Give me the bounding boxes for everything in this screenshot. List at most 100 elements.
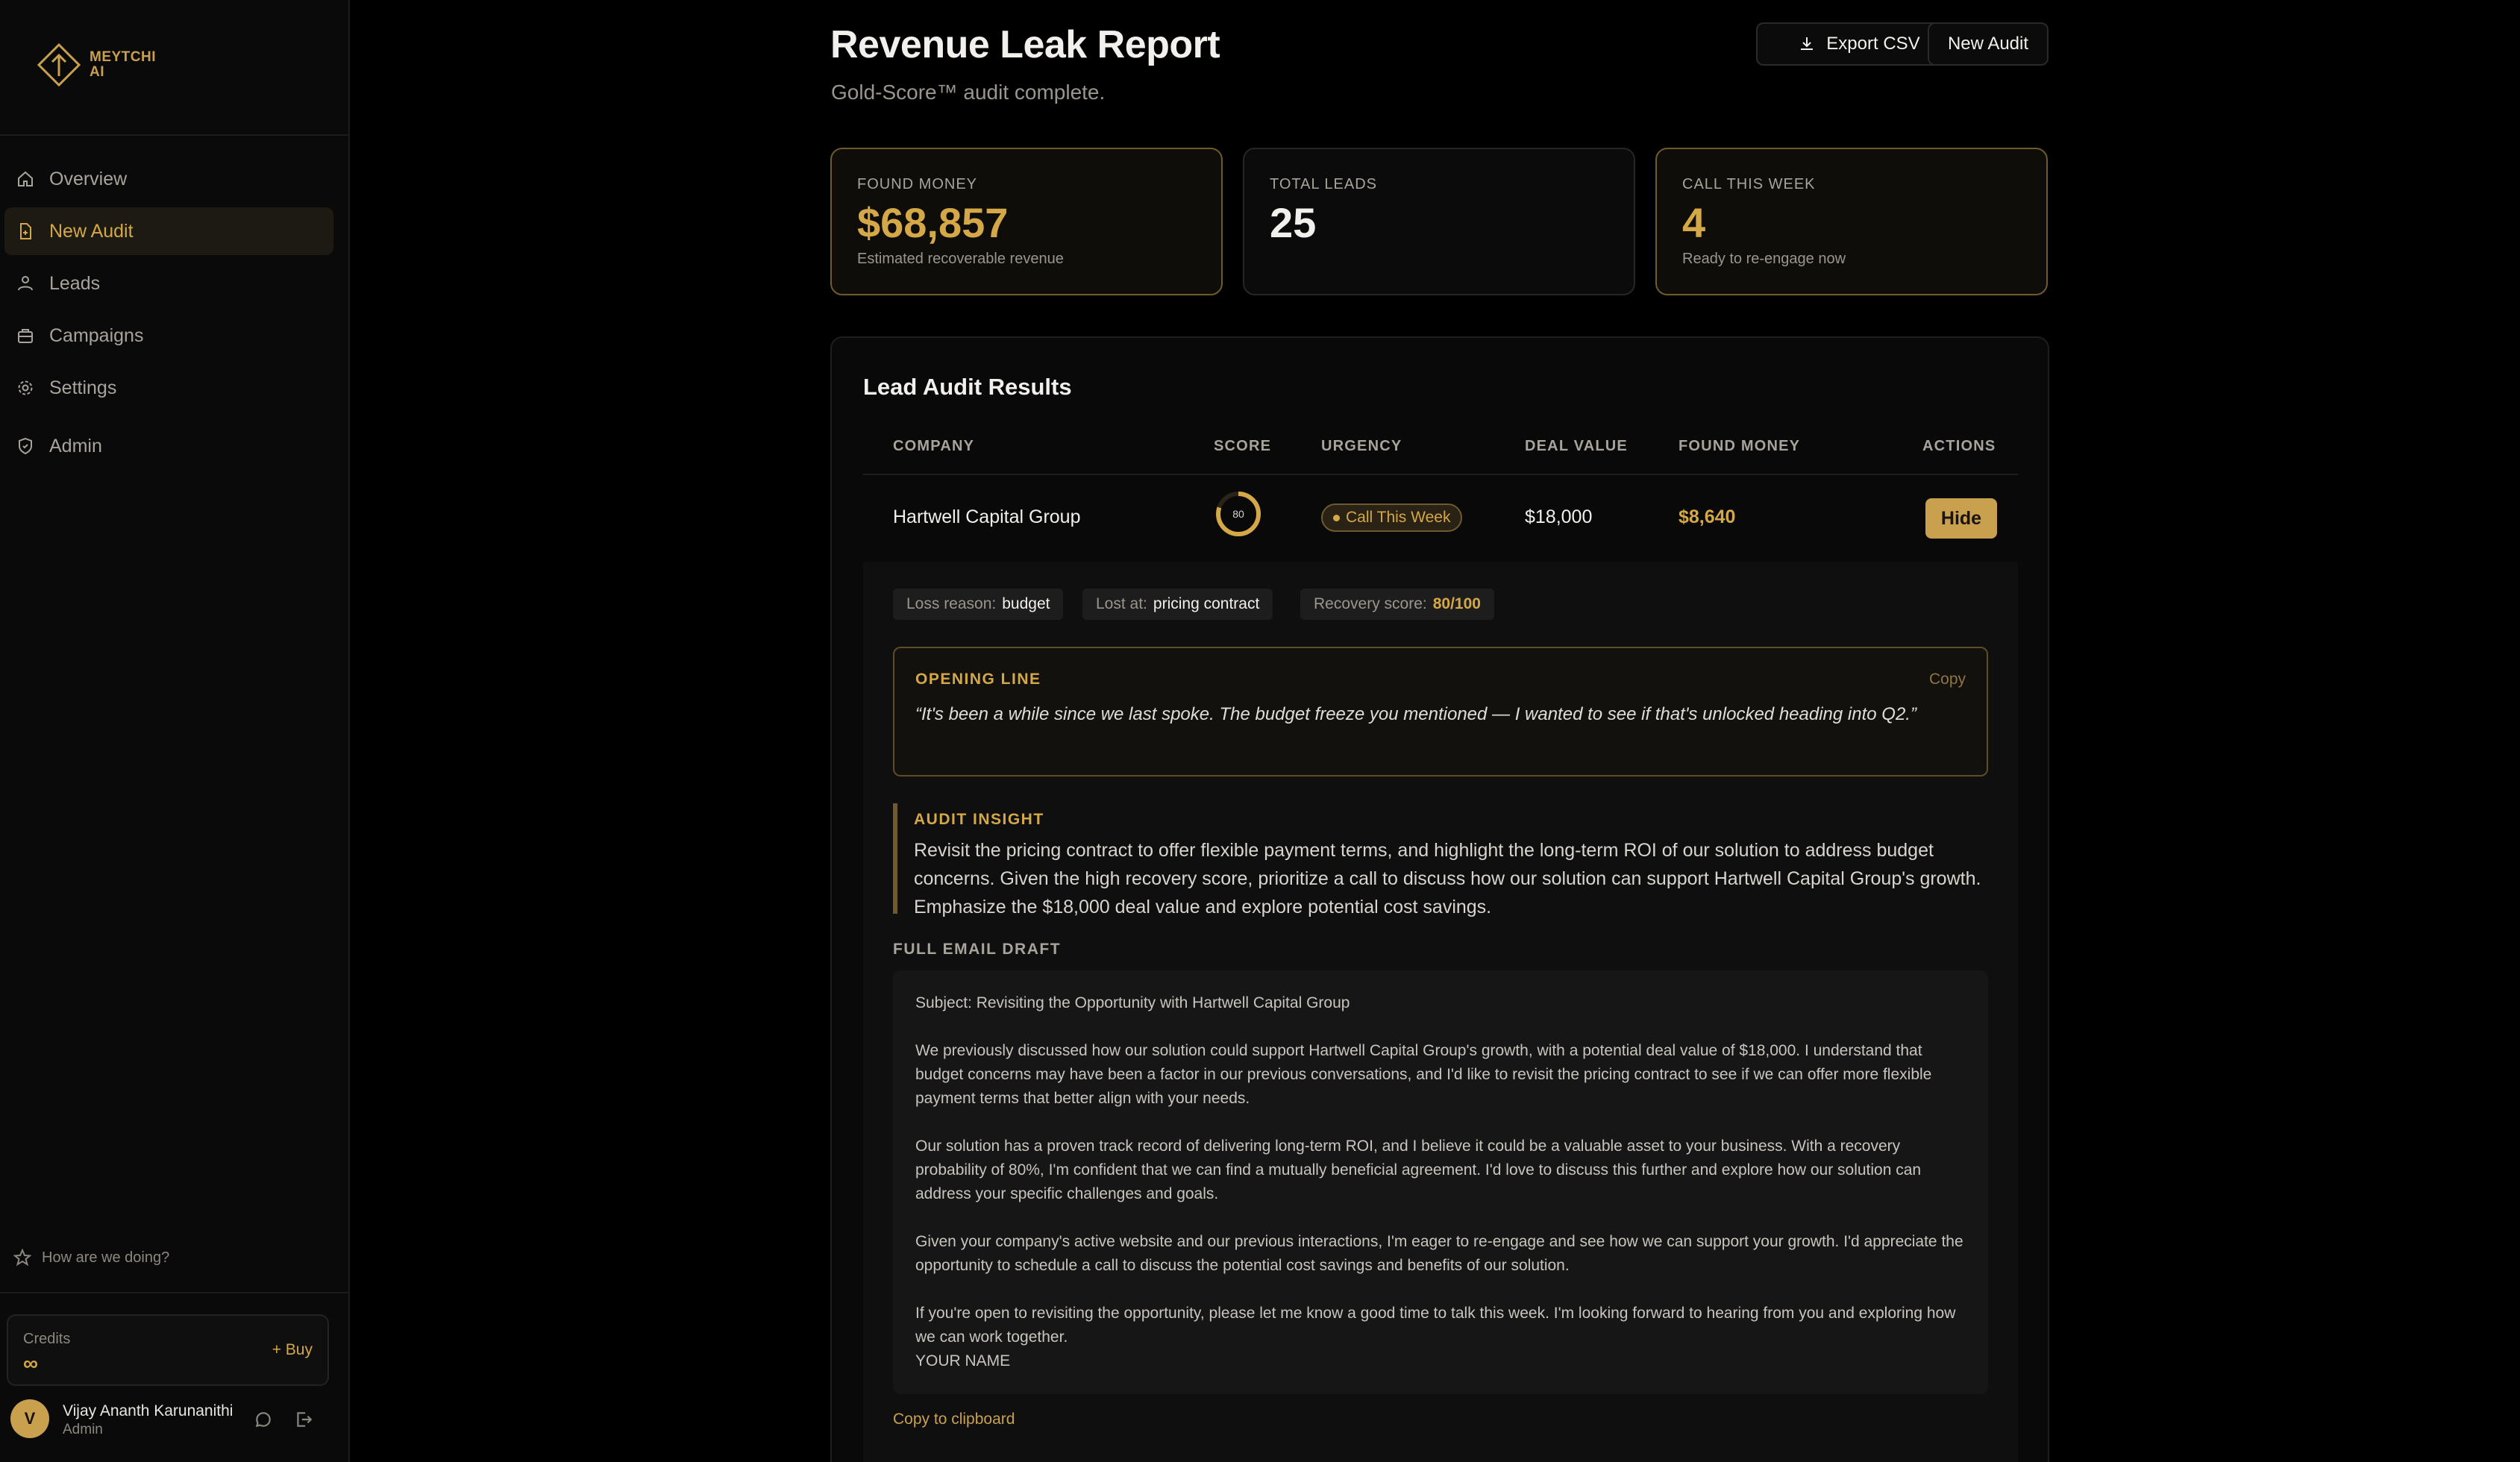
feedback-link[interactable]: How are we doing?: [13, 1249, 169, 1267]
found-money-value: $8,640: [1679, 506, 1736, 527]
chip-label: Lost at:: [1096, 595, 1147, 612]
sidebar-item-label: New Audit: [49, 220, 134, 242]
email-subject: Subject: Revisiting the Opportunity with…: [915, 994, 1350, 1011]
sidebar-item-admin[interactable]: Admin: [4, 422, 333, 470]
opening-line-text: “It's been a while since we last spoke. …: [915, 704, 1916, 724]
lead-audit-panel: Lead Audit Results COMPANY SCORE URGENCY…: [830, 336, 2049, 1462]
sidebar-item-label: Leads: [49, 272, 101, 294]
sidebar-item-label: Settings: [49, 377, 117, 398]
column-header-score[interactable]: SCORE: [1214, 438, 1271, 455]
stat-subtext: Estimated recoverable revenue: [857, 251, 1064, 267]
score-value: 80: [1232, 508, 1244, 520]
brand-name-line2: AI: [90, 64, 104, 80]
stat-card-total-leads: TOTAL LEADS 25: [1243, 148, 1635, 295]
credits-box: Credits ∞ + Buy: [7, 1314, 329, 1386]
stat-card-found-money: FOUND MONEY $68,857 Estimated recoverabl…: [830, 148, 1223, 295]
avatar[interactable]: V: [10, 1399, 49, 1438]
brand-name-line1: MEYTCHI: [90, 49, 156, 65]
chip-value: 80/100: [1432, 595, 1481, 612]
sidebar-item-overview[interactable]: Overview: [4, 155, 333, 203]
user-name: Vijay Ananth Karunanithi: [63, 1402, 233, 1419]
shield-icon: [19, 437, 32, 455]
page-title: Revenue Leak Report: [830, 23, 1220, 66]
lead-detail: Loss reason: budget Lost at: pricing con…: [863, 562, 2018, 1462]
star-icon: [13, 1249, 31, 1267]
users-icon: [18, 276, 33, 291]
score-ring: 80: [1216, 492, 1261, 536]
sidebar-item-label: Admin: [49, 435, 102, 457]
chip-value: budget: [1002, 595, 1050, 612]
stat-value: $68,857: [857, 199, 1009, 246]
gear-icon: [18, 380, 33, 395]
hide-button[interactable]: Hide: [1925, 498, 1997, 539]
sidebar-divider: [0, 1292, 350, 1293]
table-divider: [863, 474, 2018, 475]
email-signature: YOUR NAME: [915, 1352, 1011, 1370]
sidebar-item-new-audit[interactable]: New Audit: [4, 207, 333, 255]
recovery-score-chip: Recovery score: 80/100: [1300, 589, 1494, 620]
credits-value: ∞: [23, 1352, 38, 1375]
stat-value: 4: [1682, 199, 1706, 246]
feedback-label: How are we doing?: [42, 1249, 170, 1266]
stat-subtext: Ready to re-engage now: [1682, 251, 1846, 267]
home-icon: [18, 171, 33, 186]
email-draft-text: Subject: Revisiting the Opportunity with…: [915, 991, 1967, 1373]
user-role: Admin: [63, 1422, 103, 1437]
logout-icon[interactable]: [294, 1410, 313, 1429]
deal-value: $18,000: [1525, 506, 1593, 527]
email-paragraph: If you're open to revisiting the opportu…: [915, 1305, 1956, 1346]
chat-icon[interactable]: [254, 1410, 273, 1429]
logo-mark-icon: [37, 43, 81, 87]
email-draft-label: FULL EMAIL DRAFT: [893, 941, 1062, 958]
sidebar-item-label: Campaigns: [49, 324, 144, 346]
audit-insight-label: AUDIT INSIGHT: [914, 811, 1044, 828]
sidebar: MEYTCHI AI Overview New Audit Leads Camp…: [0, 0, 350, 1462]
brand-logo[interactable]: MEYTCHI AI: [36, 42, 156, 88]
sidebar-item-leads[interactable]: Leads: [4, 260, 333, 307]
document-icon: [20, 223, 31, 239]
copy-to-clipboard-button[interactable]: Copy to clipboard: [893, 1411, 1015, 1428]
sidebar-item-settings[interactable]: Settings: [4, 364, 333, 412]
email-paragraph: Given your company's active website and …: [915, 1233, 1963, 1274]
sidebar-divider: [0, 134, 350, 136]
chip-label: Recovery score:: [1314, 595, 1427, 612]
sidebar-item-campaigns[interactable]: Campaigns: [4, 312, 333, 360]
stat-label: FOUND MONEY: [857, 176, 977, 192]
chip-value: pricing contract: [1153, 595, 1260, 612]
opening-line-label: OPENING LINE: [915, 671, 1041, 688]
email-paragraph: We previously discussed how our solution…: [915, 1042, 1932, 1107]
column-header-deal-value[interactable]: DEAL VALUE: [1525, 438, 1628, 455]
buy-credits-button[interactable]: + Buy: [272, 1341, 313, 1359]
download-icon: [1801, 37, 1814, 50]
stat-value: 25: [1270, 199, 1317, 246]
audit-insight-text: Revisit the pricing contract to offer fl…: [914, 840, 1981, 917]
column-header-actions: ACTIONS: [1922, 438, 1996, 454]
urgency-label: Call This Week: [1346, 509, 1451, 526]
column-header-found-money[interactable]: FOUND MONEY: [1679, 438, 1800, 455]
page-subtitle: Gold-Score™ audit complete.: [831, 81, 1106, 104]
user-profile: V Vijay Ananth Karunanithi Admin: [10, 1399, 339, 1444]
export-csv-label: Export CSV: [1826, 34, 1920, 54]
lost-at-chip: Lost at: pricing contract: [1082, 589, 1273, 620]
chip-label: Loss reason:: [906, 595, 997, 612]
new-audit-button[interactable]: New Audit: [1928, 22, 2049, 66]
email-draft-box[interactable]: Subject: Revisiting the Opportunity with…: [893, 970, 1988, 1394]
column-header-company[interactable]: COMPANY: [893, 438, 974, 455]
email-paragraph: Our solution has a proven track record o…: [915, 1138, 1922, 1202]
opening-line-box: OPENING LINE Copy “It's been a while sin…: [893, 647, 1988, 777]
sidebar-item-label: Overview: [49, 168, 128, 189]
stat-label: TOTAL LEADS: [1270, 176, 1378, 192]
copy-opening-button[interactable]: Copy: [1929, 671, 1966, 688]
brand-name: MEYTCHI AI: [90, 50, 156, 80]
panel-title: Lead Audit Results: [863, 374, 1072, 400]
loss-reason-chip: Loss reason: budget: [893, 589, 1064, 620]
stat-card-call-this-week: CALL THIS WEEK 4 Ready to re-engage now: [1655, 148, 2048, 295]
stat-label: CALL THIS WEEK: [1682, 176, 1816, 192]
urgency-badge: Call This Week: [1321, 503, 1463, 532]
company-name: Hartwell Capital Group: [893, 506, 1081, 527]
new-audit-label: New Audit: [1947, 34, 2029, 54]
column-header-urgency[interactable]: URGENCY: [1321, 438, 1402, 455]
credits-label: Credits: [23, 1331, 71, 1347]
briefcase-icon: [18, 329, 33, 343]
audit-insight-box: AUDIT INSIGHT Revisit the pricing contra…: [893, 803, 1988, 917]
